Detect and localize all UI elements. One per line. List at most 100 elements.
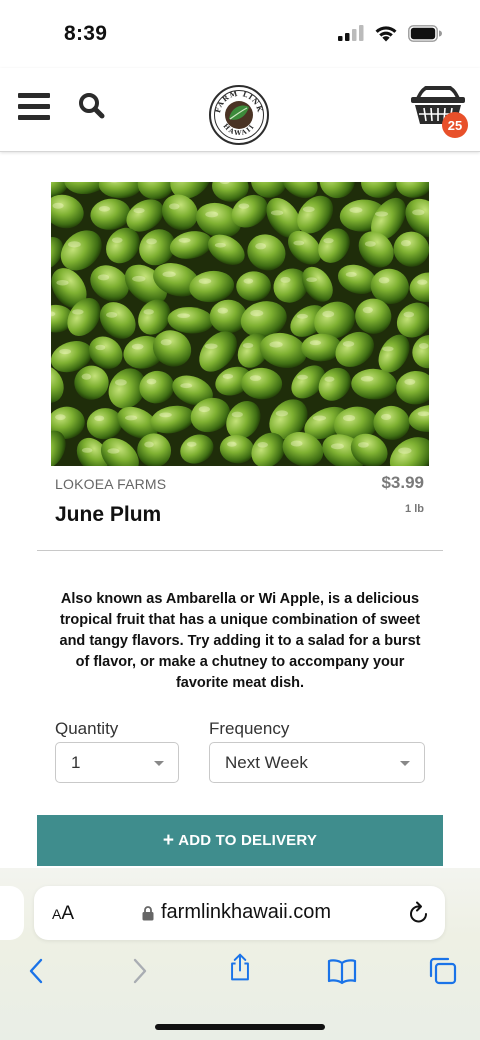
fruit-highlight — [360, 376, 374, 382]
fruit-highlight — [242, 342, 254, 349]
fruit-highlight — [132, 275, 146, 282]
fruit-highlight — [257, 442, 268, 448]
tabs-icon[interactable] — [428, 956, 458, 986]
product-unit: 1 lb — [405, 503, 424, 515]
url-text: farmlinkhawaii.com — [161, 901, 332, 923]
fruit-highlight — [144, 441, 154, 448]
product-name: June Plum — [55, 503, 162, 526]
menu-bar — [18, 115, 50, 120]
home-indicator — [155, 1024, 325, 1030]
frequency-select[interactable]: Next Week — [209, 742, 425, 783]
fruit-highlight — [133, 207, 145, 214]
menu-button[interactable] — [18, 93, 50, 121]
fruit-highlight — [59, 348, 72, 355]
fruit-highlight — [269, 341, 283, 348]
url-display[interactable]: farmlinkhawaii.com — [142, 901, 331, 924]
fruit-highlight — [204, 343, 218, 349]
fruit-highlight — [131, 343, 144, 350]
fruit-highlight — [214, 242, 226, 248]
status-icons — [338, 24, 442, 42]
aa-small: A — [52, 906, 62, 922]
previous-tab-card[interactable] — [0, 886, 24, 940]
address-bar[interactable]: AA farmlinkhawaii.com — [34, 886, 445, 940]
fruit-highlight — [302, 206, 315, 213]
fruit-highlight — [364, 241, 376, 247]
reader-settings-button[interactable]: AA — [52, 903, 74, 925]
fruit-highlight — [250, 309, 264, 317]
fruit-highlight — [231, 411, 243, 418]
quantity-select[interactable]: 1 — [55, 742, 179, 783]
search-icon — [79, 93, 105, 119]
chevron-right-icon[interactable] — [130, 956, 150, 986]
quantity-value: 1 — [71, 753, 81, 772]
share-icon[interactable] — [226, 952, 254, 982]
fruit-highlight — [309, 340, 322, 346]
fruit-highlight — [412, 209, 425, 216]
fruit-highlight — [312, 415, 327, 421]
fruit-highlight — [227, 441, 237, 447]
fruit-highlight — [97, 274, 110, 281]
fruit-highlight — [378, 277, 390, 284]
fruit-highlight — [296, 313, 308, 319]
search-button[interactable] — [78, 92, 106, 120]
chevron-left-icon[interactable] — [26, 956, 46, 986]
fruit-highlight — [400, 239, 411, 247]
book-icon[interactable] — [326, 956, 358, 986]
fruit-highlight — [95, 344, 106, 351]
fruit-highlight — [342, 341, 355, 347]
frequency-label: Frequency — [209, 719, 290, 738]
fruit-highlight — [198, 406, 211, 413]
fruit-highlight — [186, 441, 197, 447]
farm-link-logo[interactable]: FARM LINK HAWAII — [209, 85, 269, 145]
fruit-highlight — [55, 414, 66, 421]
fruit-highlight — [198, 278, 212, 284]
battery-icon — [408, 24, 442, 42]
reload-icon[interactable] — [407, 900, 431, 926]
fruit-highlight — [417, 279, 428, 285]
add-to-delivery-label: ADD TO DELIVERY — [178, 832, 318, 849]
fruit-highlight — [205, 211, 219, 218]
chevron-down-icon — [154, 761, 164, 766]
fruit-highlight — [162, 271, 176, 278]
fruit-highlight — [178, 237, 191, 243]
fruit-highlight — [362, 306, 373, 314]
fruit-highlight — [398, 447, 412, 454]
fruit-highlight — [115, 379, 127, 386]
add-to-delivery-button[interactable]: + ADD TO DELIVERY — [37, 815, 443, 866]
cart-count-badge: 25 — [442, 112, 468, 138]
fruit-highlight — [290, 440, 303, 447]
wifi-icon — [375, 26, 397, 42]
product-brand[interactable]: LOKOEA FARMS — [55, 476, 166, 492]
fruit-highlight — [357, 442, 369, 448]
fruit-highlight — [349, 207, 363, 213]
lock-icon — [142, 905, 154, 920]
fruit-highlight — [255, 243, 267, 250]
fruit-highlight — [270, 210, 284, 216]
fruit-highlight — [342, 414, 356, 422]
fruit-highlight — [56, 279, 69, 286]
fruit-highlight — [238, 203, 250, 209]
product-description: Also known as Ambarella or Wi Apple, is … — [59, 591, 421, 691]
fruit-highlight — [94, 415, 105, 422]
fruit-highlight — [52, 202, 64, 209]
fruit-highlight — [143, 309, 154, 315]
fruit-highlight — [404, 378, 416, 385]
browser-nav-row — [0, 953, 480, 986]
quantity-label: Quantity — [55, 719, 119, 738]
status-bar: 8:39 — [0, 0, 480, 68]
fruit-highlight — [111, 237, 123, 243]
fruit-highlight — [382, 346, 394, 352]
status-time: 8:39 — [64, 22, 108, 45]
fruit-highlight — [306, 277, 318, 283]
fruit-highlight — [275, 410, 288, 417]
fruit-highlight — [98, 206, 111, 212]
fruit-highlight — [403, 311, 415, 318]
fruit-highlight — [243, 278, 254, 284]
fruit-highlight — [146, 238, 157, 245]
fruit-highlight — [418, 343, 429, 349]
fruit-highlight — [297, 374, 308, 380]
fruit-highlight — [72, 309, 84, 315]
fruit-highlight — [217, 307, 228, 314]
aa-large: A — [61, 903, 75, 924]
fruit-highlight — [249, 375, 262, 381]
